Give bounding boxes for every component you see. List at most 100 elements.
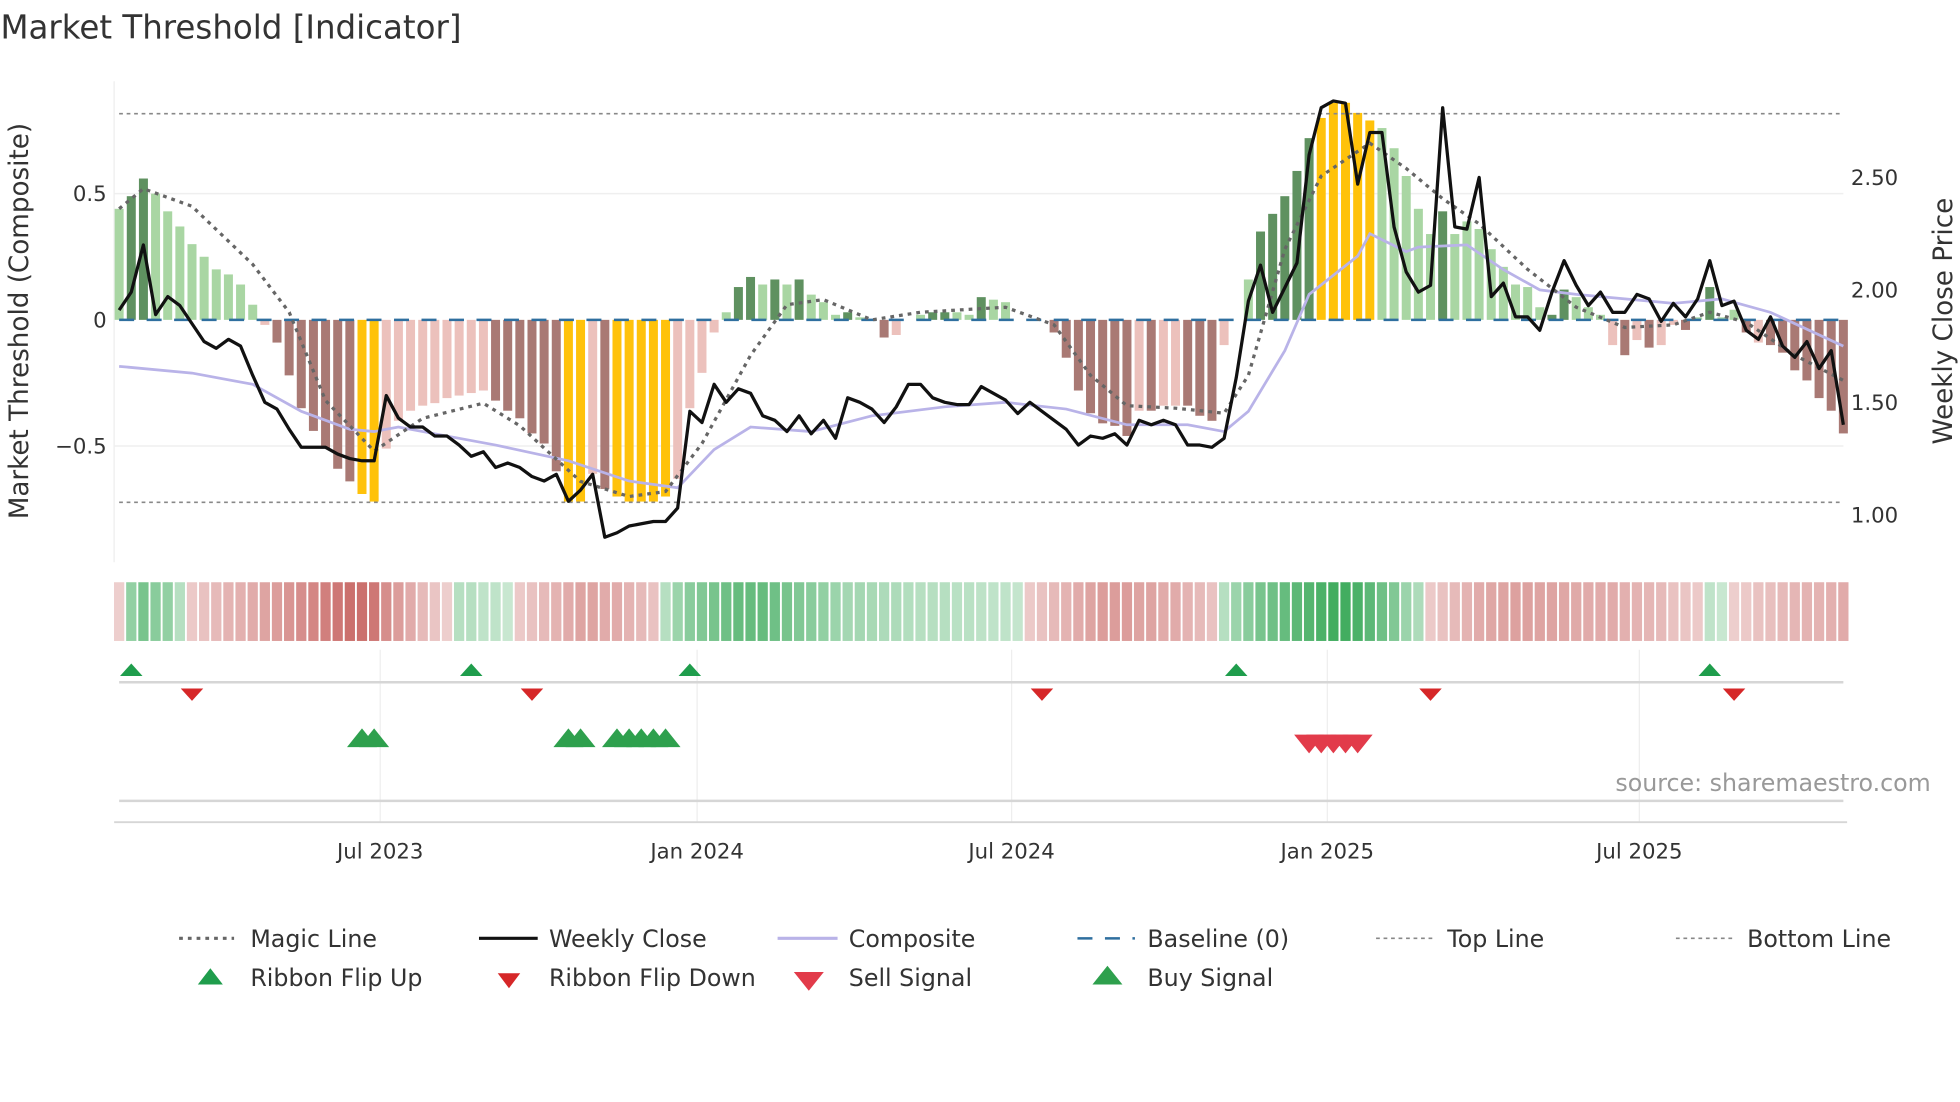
legend-item-top-line[interactable]: Top Line (1376, 925, 1544, 953)
ribbon-cell (866, 582, 878, 641)
ribbon-cell (1558, 582, 1570, 641)
ribbon-cell (1486, 582, 1497, 641)
triangle-up-icon (1092, 965, 1123, 985)
legend-label: Ribbon Flip Down (549, 964, 756, 992)
ribbon-cell (927, 582, 938, 641)
composite-bar (1656, 319, 1666, 346)
ribbon-cell (1388, 582, 1400, 641)
ribbon-cell (1206, 582, 1218, 641)
x-tick-label: Jul 2023 (335, 839, 423, 864)
ribbon-cell (1036, 582, 1048, 641)
ribbon-cell (891, 582, 902, 641)
ribbon-cell (235, 582, 246, 641)
ribbon-cell (405, 582, 416, 641)
composite-bar (1620, 319, 1630, 356)
ribbon-cell (1631, 582, 1643, 641)
ribbon-cell (903, 582, 914, 641)
composite-bar (1328, 102, 1338, 320)
ribbon-cell (369, 582, 380, 641)
ribbon-cell (1643, 582, 1655, 641)
composite-bar (709, 319, 719, 333)
legend-label: Sell Signal (849, 964, 972, 992)
ribbon-cell (1267, 582, 1278, 641)
ribbon-cell (393, 582, 404, 641)
composite-bar (187, 244, 197, 320)
ribbon-cell (1012, 582, 1023, 641)
composite-bar (1462, 221, 1472, 320)
ribbon-flip-up-marker (460, 663, 483, 676)
ribbon-cell (1813, 582, 1825, 641)
ribbon-cell (1218, 582, 1230, 641)
ribbon-cell (1510, 582, 1521, 641)
legend-item-magic-line[interactable]: Magic Line (179, 925, 377, 953)
legend-item-sell-signal[interactable]: Sell Signal (793, 964, 972, 992)
composite-bar (211, 269, 221, 320)
ribbon-cell (138, 582, 149, 641)
ribbon-cell (1328, 582, 1339, 641)
ribbon-cell (1182, 582, 1193, 641)
composite-bar (1523, 287, 1533, 320)
composite-bar (1195, 319, 1205, 416)
x-tick-label: Jan 2025 (1279, 839, 1375, 864)
composite-bar (661, 319, 671, 497)
legend-item-baseline[interactable]: Baseline (0) (1077, 925, 1289, 953)
ribbon-cell (1716, 582, 1728, 641)
legend-item-buy-signal[interactable]: Buy Signal (1092, 964, 1273, 992)
legend-item-composite[interactable]: Composite (777, 925, 976, 953)
composite-bar (272, 319, 282, 343)
composite-bar (296, 319, 306, 409)
ribbon-cell (1401, 582, 1412, 641)
ribbon-cell (721, 582, 732, 641)
legend-item-weekly-close[interactable]: Weekly Close (478, 925, 707, 953)
x-tick-label: Jan 2024 (648, 839, 744, 864)
composite-bar (612, 319, 622, 497)
ribbon-cell (1801, 582, 1813, 641)
ribbon-cell (599, 582, 610, 641)
ribbon-cell (247, 582, 258, 641)
legend-label: Baseline (0) (1147, 925, 1289, 953)
composite-bar (454, 319, 464, 396)
composite-bar (636, 319, 646, 502)
ribbon-cell (356, 582, 368, 641)
ribbon-cell (344, 582, 355, 641)
composite-bar (223, 274, 233, 320)
composite-bar (1316, 117, 1326, 320)
ribbon-cell (1425, 582, 1436, 641)
ribbon-cell (1109, 582, 1120, 641)
ribbon-cell (854, 582, 865, 641)
composite-bar (600, 319, 610, 489)
ribbon-cell (1692, 582, 1703, 641)
ribbon-cell (1316, 582, 1327, 641)
axis-ticks: 0.5 0 −0.5 2.50 2.00 1.50 1.00 Jul 2023 Jan 2024… (55, 166, 1898, 864)
legend-item-bottom-line[interactable]: Bottom Line (1675, 925, 1891, 953)
ribbon-cell (575, 582, 586, 641)
ribbon-cell (1291, 582, 1303, 641)
composite-bar (1158, 319, 1168, 406)
ribbon-cell (672, 582, 683, 641)
y2-tick-label: 2.00 (1851, 278, 1898, 303)
legend-item-ribbon-flip-down[interactable]: Ribbon Flip Down (497, 964, 756, 992)
ribbon-cell (1728, 582, 1740, 641)
ribbon-flip-up-marker (120, 663, 143, 676)
ribbon-cell (1303, 582, 1315, 641)
ribbon-cell (1534, 582, 1545, 641)
ribbon-cell (490, 582, 501, 641)
ribbon-cell (1437, 582, 1448, 641)
composite-bar (1790, 319, 1800, 371)
ribbon-cell (1133, 582, 1145, 641)
ribbon-cell (1413, 582, 1424, 641)
ribbon-cell (769, 582, 780, 641)
ribbon-cell (1753, 582, 1764, 641)
legend-item-ribbon-flip-up[interactable]: Ribbon Flip Up (197, 964, 423, 992)
ribbon-cell (915, 582, 926, 641)
ribbon-cell (939, 582, 950, 641)
ribbon-cell (842, 582, 853, 641)
ribbon-cell (963, 582, 975, 641)
triangle-down-icon (793, 972, 824, 991)
ribbon-cell (114, 582, 125, 641)
composite-bar (879, 319, 889, 338)
composite-bar (1644, 319, 1654, 348)
ribbon-cell (1158, 582, 1169, 641)
composite-bar (357, 319, 367, 495)
ribbon-cell (708, 582, 720, 641)
